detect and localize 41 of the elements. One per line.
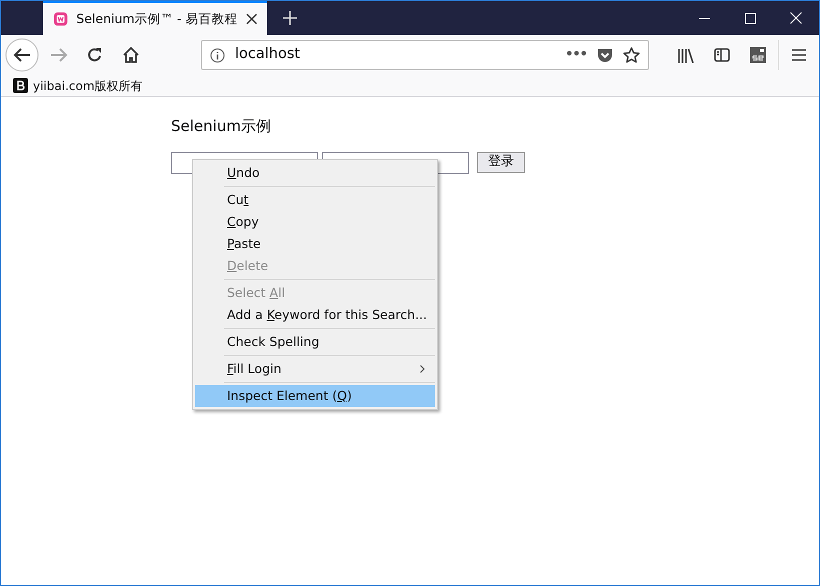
star-icon[interactable] — [623, 46, 640, 64]
browser-tab[interactable]: Selenium示例™ - 易百教程 — [43, 1, 267, 35]
menu-item[interactable]: Check Spelling — [195, 331, 435, 353]
pocket-icon[interactable] — [597, 48, 613, 62]
page-actions-menu[interactable]: ••• — [565, 45, 587, 65]
page-heading: Selenium示例 — [171, 116, 272, 137]
menu-item-label: Add a Keyword for this Search... — [227, 306, 427, 324]
address-bar[interactable]: localhost ••• — [201, 40, 649, 70]
menu-item-label: Undo — [227, 164, 261, 182]
menu-item-label: Select All — [227, 284, 286, 302]
menu-item[interactable]: Copy — [195, 211, 435, 233]
menu-item-label: Delete — [227, 256, 270, 275]
bookmark-icon — [13, 78, 28, 93]
menu-item-label: Fill Login — [227, 360, 282, 378]
sidebar-icon[interactable] — [714, 48, 730, 62]
menu-icon[interactable] — [792, 49, 806, 61]
menu-item-label: Copy — [227, 212, 260, 231]
menu-item[interactable]: Undo — [195, 162, 435, 184]
menu-item[interactable]: Inspect Element (Q) — [195, 385, 435, 407]
menu-item[interactable]: Add a Keyword for this Search... — [195, 304, 435, 326]
tab-title: Selenium示例™ - 易百教程 — [76, 10, 238, 28]
menu-item-label: Inspect Element (Q) — [227, 386, 353, 405]
site-icon — [53, 11, 68, 27]
back-icon[interactable] — [5, 38, 39, 72]
home-icon[interactable] — [123, 47, 139, 63]
library-icon[interactable] — [678, 48, 694, 62]
new-tab-icon[interactable] — [283, 11, 297, 25]
menu-item[interactable]: Paste — [195, 233, 435, 255]
address-text: localhost — [235, 45, 302, 64]
reload-icon[interactable] — [87, 47, 103, 63]
menu-item[interactable]: Cut — [195, 189, 435, 211]
extension-icon[interactable] — [750, 47, 766, 63]
menu-item-label: Paste — [227, 234, 262, 253]
close-icon[interactable] — [246, 13, 257, 25]
bookmark[interactable]: yiibai.com版权所有 — [13, 76, 143, 94]
maximize-icon[interactable] — [744, 12, 756, 24]
menu-item[interactable]: Fill Login — [195, 358, 435, 380]
info-icon[interactable] — [210, 48, 225, 62]
menu-item-label: Cut — [227, 190, 250, 209]
login-button[interactable]: 登录 — [477, 152, 525, 172]
menu-item-label: Check Spelling — [227, 332, 320, 351]
